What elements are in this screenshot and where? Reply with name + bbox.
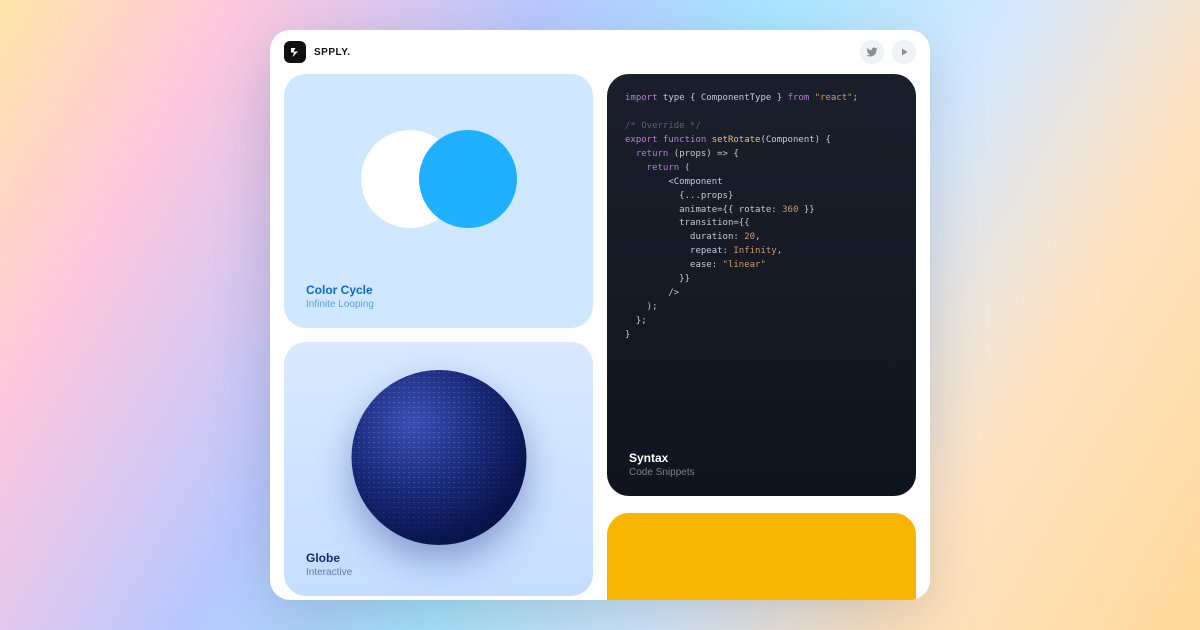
card-title: Color Cycle (306, 283, 374, 297)
card-color-cycle[interactable]: Color Cycle Infinite Looping (284, 74, 593, 328)
twitter-icon[interactable] (860, 40, 884, 64)
app-window: SPPLY. Color Cycle Infinite Looping impo… (270, 30, 930, 600)
card-label: Globe Interactive (306, 551, 352, 578)
titlebar-actions (860, 40, 916, 64)
content-grid: Color Cycle Infinite Looping import type… (270, 74, 930, 600)
card-subtitle: Code Snippets (629, 467, 695, 478)
card-subtitle: Interactive (306, 567, 352, 578)
play-icon[interactable] (892, 40, 916, 64)
card-subtitle: Infinite Looping (306, 299, 374, 310)
card-yellow[interactable] (607, 513, 916, 600)
card-label: Syntax Code Snippets (629, 451, 695, 478)
card-title: Syntax (629, 451, 695, 465)
brand-logo-icon (284, 41, 306, 63)
card-title: Globe (306, 551, 352, 565)
card-label: Color Cycle Infinite Looping (306, 283, 374, 310)
code-snippet: import type { ComponentType } from "reac… (607, 74, 916, 343)
brand[interactable]: SPPLY. (284, 41, 351, 63)
brand-name: SPPLY. (314, 47, 351, 58)
globe-icon (351, 370, 526, 545)
venn-diagram-icon (284, 114, 593, 244)
card-syntax[interactable]: import type { ComponentType } from "reac… (607, 74, 916, 496)
titlebar: SPPLY. (270, 30, 930, 74)
card-globe[interactable]: Globe Interactive (284, 342, 593, 596)
